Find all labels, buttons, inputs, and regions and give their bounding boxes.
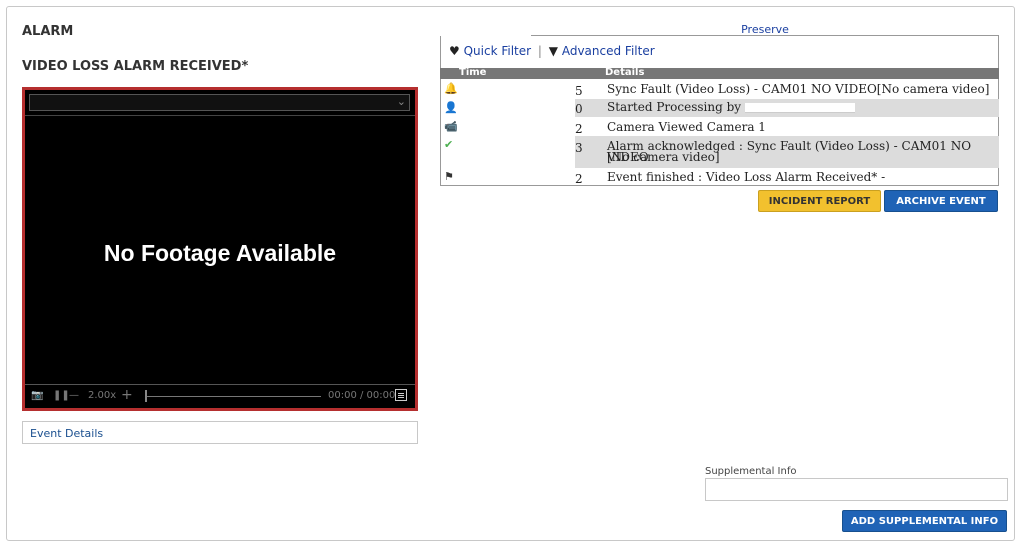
- table-row[interactable]: 0 Started Processing by: [575, 99, 999, 117]
- chevron-down-icon: ⌄: [396, 95, 406, 108]
- slow-down-icon[interactable]: —: [69, 390, 79, 401]
- quick-filter-link[interactable]: Quick Filter: [464, 44, 531, 58]
- supplemental-info-input[interactable]: [705, 478, 1008, 501]
- player-divider: [25, 115, 415, 116]
- table-row[interactable]: 2 Event finished : Video Loss Alarm Rece…: [575, 168, 999, 186]
- incident-report-button[interactable]: INCIDENT REPORT: [758, 190, 881, 212]
- event-details-link[interactable]: Event Details: [22, 421, 418, 444]
- advanced-filter-link[interactable]: Advanced Filter: [562, 44, 655, 58]
- playback-time: 00:00 / 00:00: [328, 390, 396, 401]
- video-player[interactable]: ⌄ No Footage Available 📷 ❚❚ — 2.00x + 00…: [22, 87, 418, 411]
- filter-separator: |: [537, 44, 542, 58]
- seek-bar[interactable]: [147, 396, 321, 397]
- redacted-user: [744, 102, 855, 113]
- heart-icon: ♥: [449, 44, 460, 58]
- column-time: Time: [459, 67, 487, 78]
- event-table-header: Time Details: [440, 67, 999, 79]
- captions-icon[interactable]: [395, 389, 407, 401]
- user-icon: 👤: [444, 101, 458, 114]
- playback-speed: 2.00x: [88, 390, 117, 401]
- snapshot-icon[interactable]: 📷: [31, 390, 43, 401]
- column-details: Details: [605, 67, 645, 78]
- add-supplemental-info-button[interactable]: ADD SUPPLEMENTAL INFO: [842, 510, 1007, 532]
- funnel-icon: ▼: [548, 44, 558, 58]
- speed-up-icon[interactable]: +: [121, 387, 133, 403]
- alarm-subtitle: VIDEO LOSS ALARM RECEIVED*: [22, 59, 249, 74]
- player-controls: 📷 ❚❚ — 2.00x + 00:00 / 00:00: [25, 384, 415, 408]
- table-row[interactable]: 2 Camera Viewed Camera 1: [575, 117, 999, 136]
- finish-flag-icon: ⚑: [444, 170, 454, 183]
- page-title: ALARM: [22, 24, 74, 39]
- pause-icon[interactable]: ❚❚: [53, 390, 70, 401]
- no-footage-message: No Footage Available: [103, 240, 337, 266]
- supplemental-info-label: Supplemental Info: [705, 466, 797, 477]
- camera-icon: 📹: [444, 120, 458, 133]
- archive-event-button[interactable]: ARCHIVE EVENT: [884, 190, 998, 212]
- table-row[interactable]: 5 Sync Fault (Video Loss) - CAM01 NO VID…: [575, 82, 999, 99]
- table-row[interactable]: 3 Alarm acknowledged : Sync Fault (Video…: [575, 136, 999, 168]
- alarm-bell-icon: 🔔: [444, 82, 458, 95]
- camera-select[interactable]: ⌄: [29, 94, 410, 111]
- filter-bar: ♥ Quick Filter | ▼ Advanced Filter: [449, 44, 655, 58]
- check-icon: ✔: [444, 138, 454, 151]
